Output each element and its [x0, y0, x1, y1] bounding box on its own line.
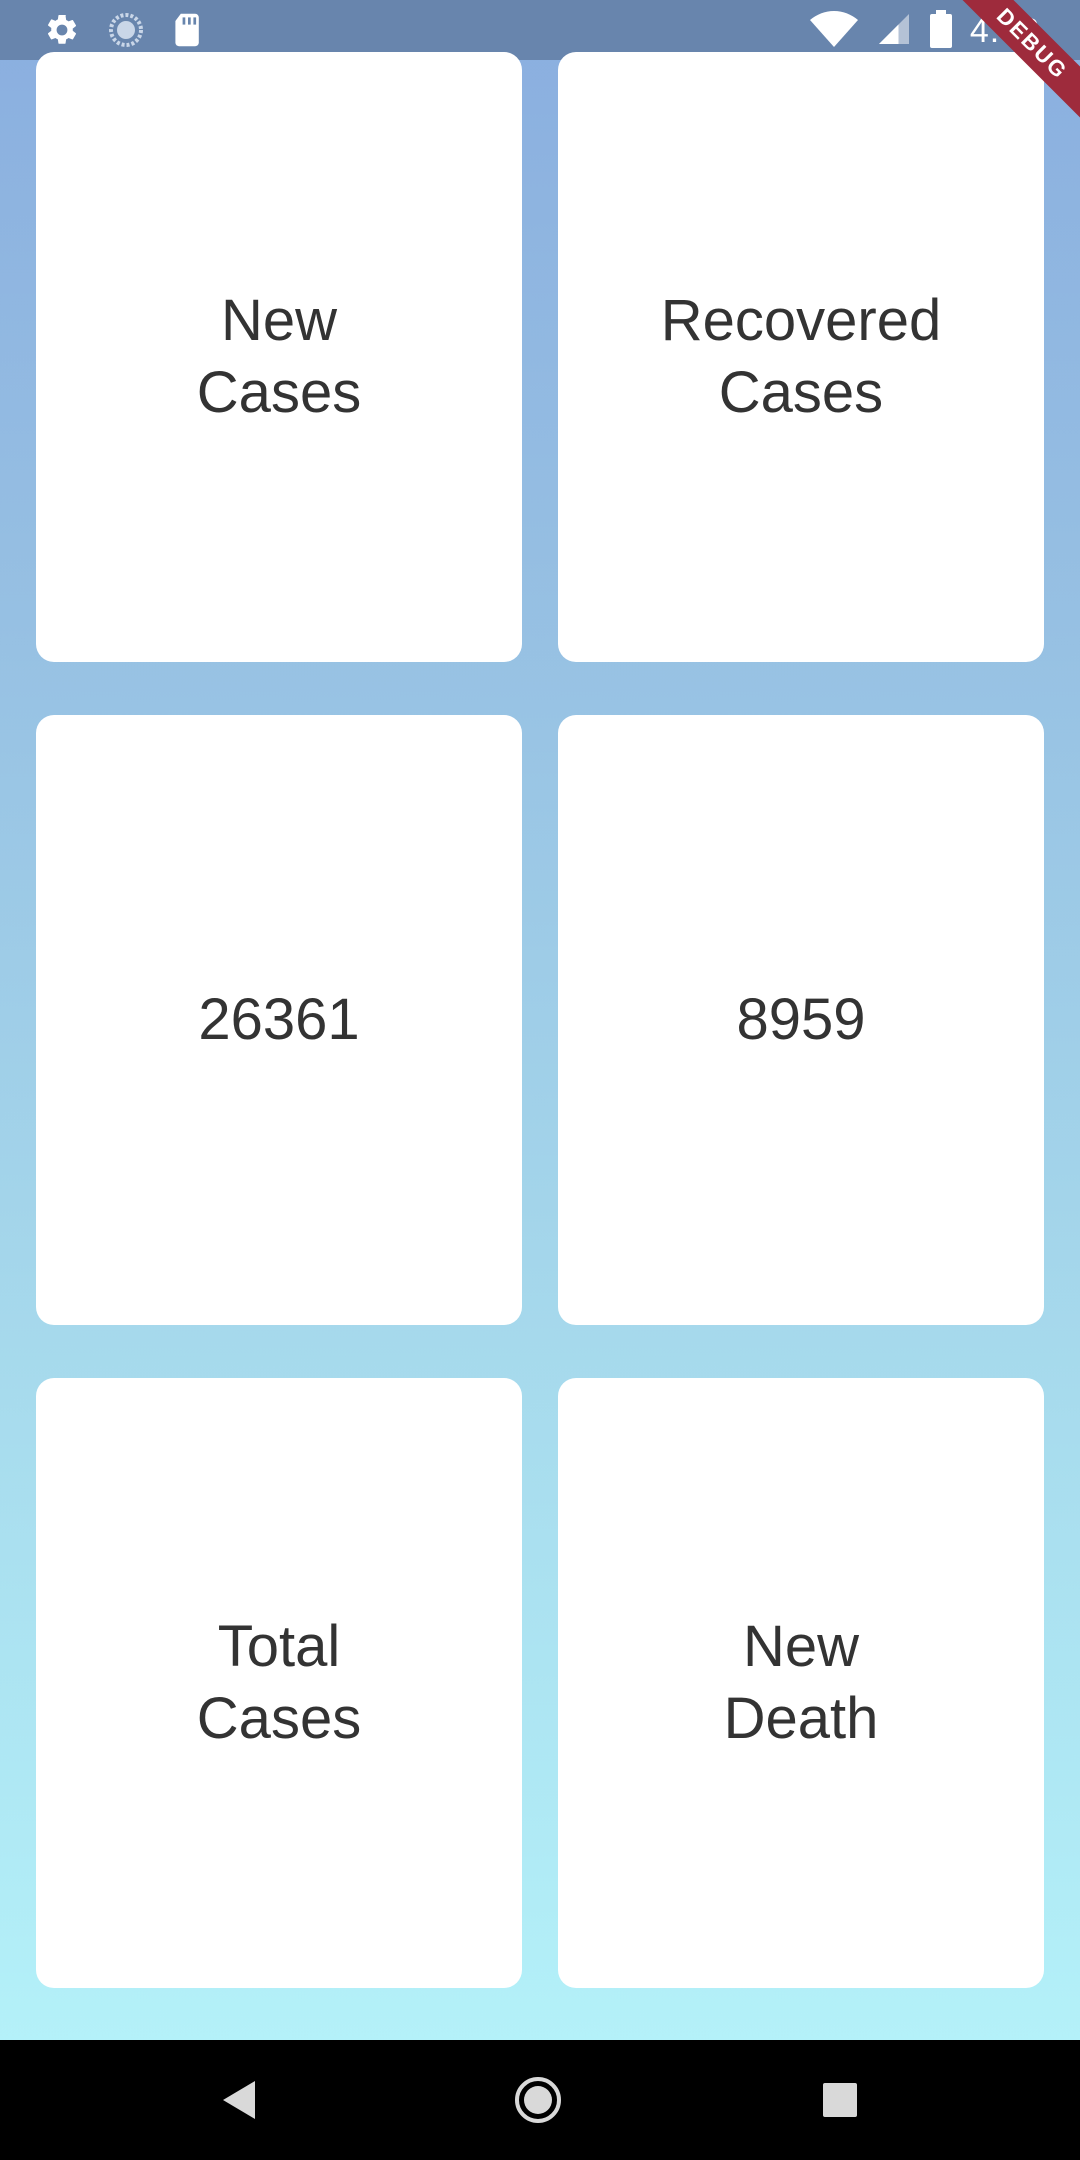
sd-card-icon	[172, 12, 204, 53]
back-icon[interactable]	[210, 2070, 270, 2130]
loading-spinner-icon	[108, 12, 144, 53]
gear-icon	[44, 12, 80, 53]
cell-signal-icon	[876, 11, 912, 52]
navigation-bar	[0, 2040, 1080, 2160]
card-recovered-cases-value[interactable]: 8959	[558, 715, 1044, 1325]
card-recovered-cases-label[interactable]: Recovered Cases	[558, 52, 1044, 662]
wifi-icon	[809, 11, 858, 52]
stats-grid: New Cases Recovered Cases 26361 8959 Tot…	[36, 52, 1044, 1988]
recents-icon[interactable]	[810, 2070, 870, 2130]
card-new-cases-value[interactable]: 26361	[36, 715, 522, 1325]
card-total-cases-label[interactable]: Total Cases	[36, 1378, 522, 1988]
card-new-death-label[interactable]: New Death	[558, 1378, 1044, 1988]
status-left-icons	[44, 12, 204, 53]
status-bar: 4:52	[0, 0, 1080, 60]
home-icon[interactable]	[508, 2070, 568, 2130]
card-new-cases-label[interactable]: New Cases	[36, 52, 522, 662]
battery-icon	[929, 10, 952, 53]
